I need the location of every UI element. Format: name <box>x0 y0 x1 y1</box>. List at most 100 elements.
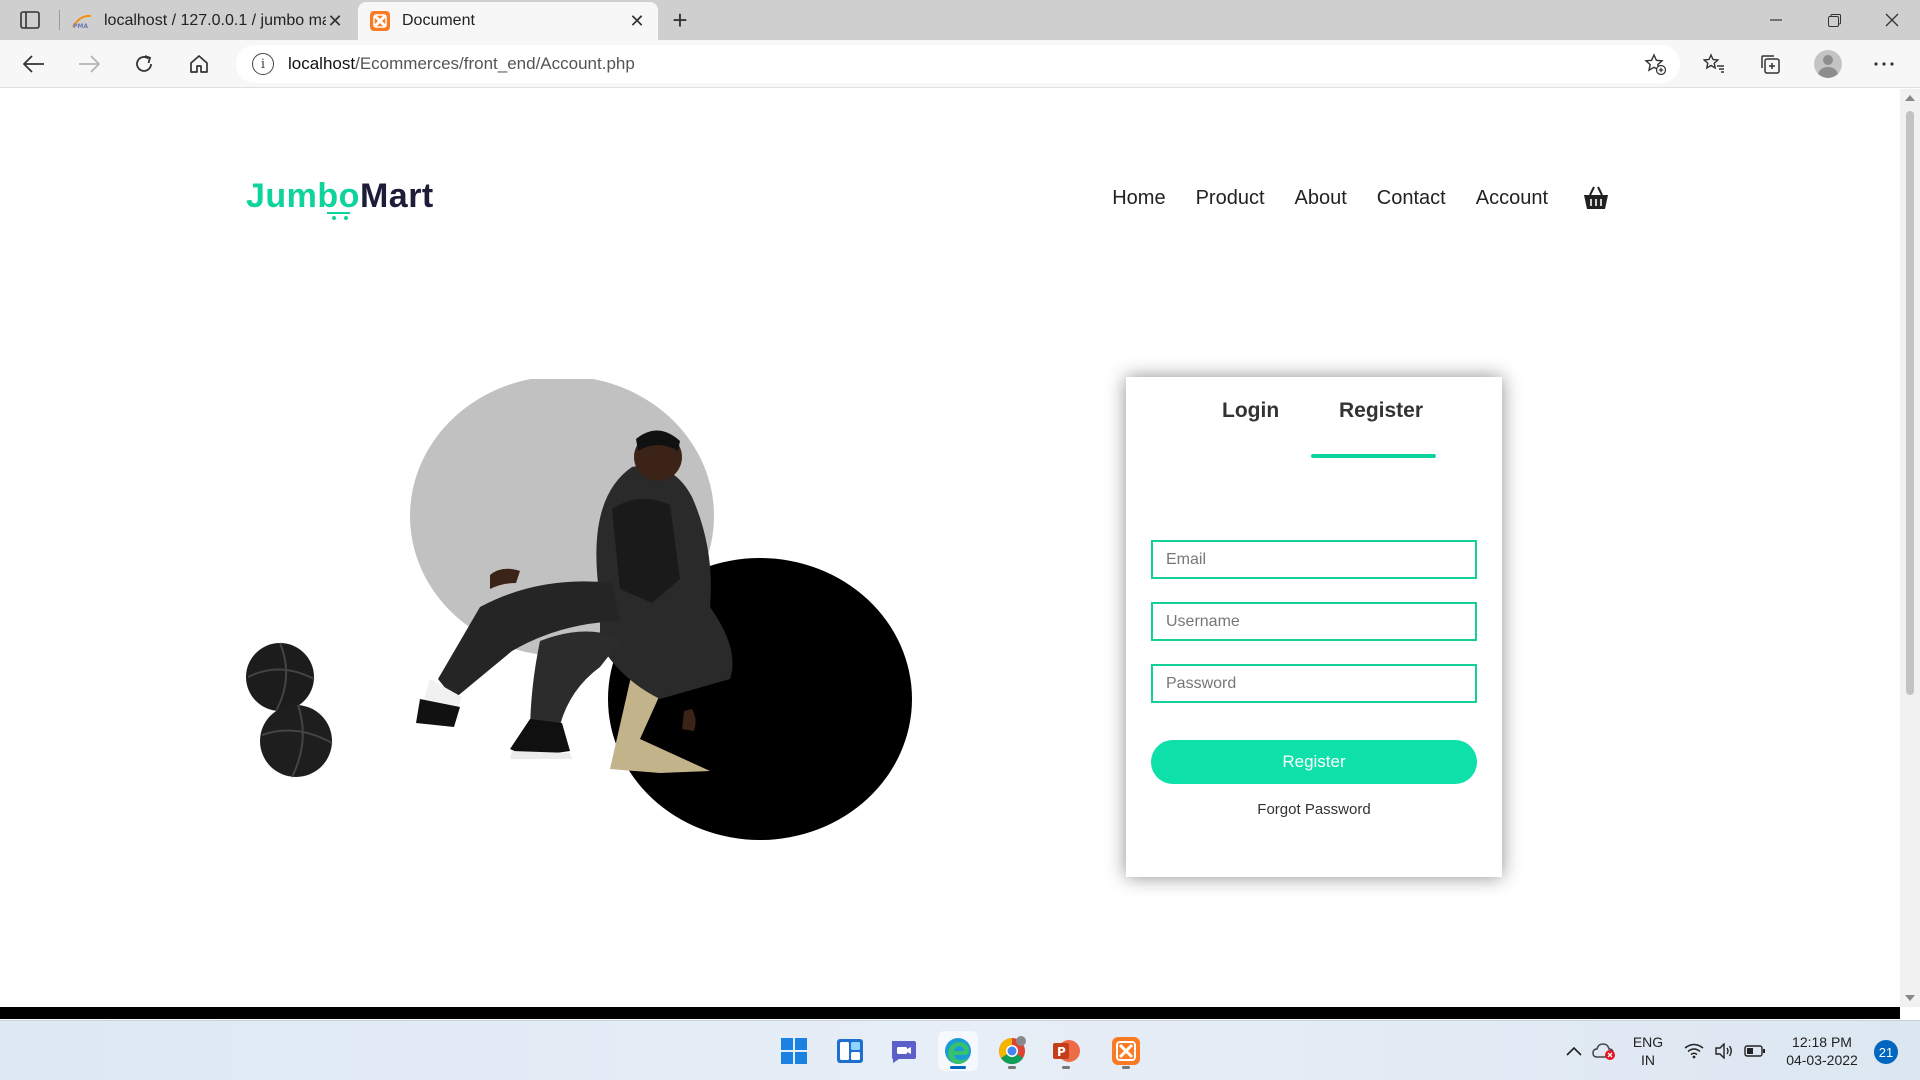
settings-more-button[interactable] <box>1868 48 1900 80</box>
favorites-icon <box>1703 53 1724 73</box>
scroll-up-icon[interactable] <box>1905 95 1915 101</box>
phpmyadmin-icon: PMA <box>72 11 92 31</box>
nav-link-product[interactable]: Product <box>1196 187 1265 210</box>
xampp-icon <box>1112 1037 1140 1065</box>
url-text[interactable]: localhost/Ecommerces/front_end/Account.p… <box>288 54 635 74</box>
reload-icon <box>136 55 152 72</box>
collections-button[interactable] <box>1754 48 1786 80</box>
logo-suffix: art <box>388 177 434 215</box>
email-field[interactable] <box>1151 540 1477 579</box>
more-options-icon <box>1874 62 1894 66</box>
page-footer-strip <box>0 1007 1900 1019</box>
teams-chat-button[interactable] <box>884 1031 924 1071</box>
svg-text:PMA: PMA <box>73 23 88 29</box>
widgets-icon <box>837 1039 863 1063</box>
auth-card: Login Register Register Forgot Password <box>1126 377 1502 877</box>
browser-toolbar: i localhost/Ecommerces/front_end/Account… <box>0 40 1920 88</box>
scroll-thumb[interactable] <box>1906 111 1914 695</box>
powerpoint-icon: P <box>1053 1040 1080 1062</box>
tab-title: localhost / 127.0.0.1 / jumbo ma <box>104 12 326 29</box>
register-button[interactable]: Register <box>1151 740 1477 784</box>
browser-tabstrip: PMA localhost / 127.0.0.1 / jumbo ma ✕ D… <box>0 0 1920 40</box>
restore-icon <box>1827 13 1841 27</box>
taskbar: P ENG IN 12:18 PM 04-03-2022 <box>0 1020 1920 1080</box>
add-favorite-icon[interactable] <box>1644 53 1666 75</box>
browser-tab-phpmyadmin[interactable]: PMA localhost / 127.0.0.1 / jumbo ma ✕ <box>60 2 356 40</box>
collections-icon <box>1761 55 1780 74</box>
volume-icon <box>1715 1043 1732 1059</box>
edge-taskbar-button[interactable] <box>938 1031 978 1071</box>
profile-avatar[interactable] <box>1814 50 1842 78</box>
language-indicator[interactable]: ENG IN <box>1632 1021 1664 1080</box>
forward-button[interactable] <box>73 48 105 80</box>
username-field[interactable] <box>1151 602 1477 641</box>
close-tab-icon[interactable]: ✕ <box>628 11 646 31</box>
logo-cart-icon <box>327 212 350 220</box>
xampp-taskbar-button[interactable] <box>1106 1031 1146 1071</box>
nav-link-home[interactable]: Home <box>1112 187 1165 210</box>
running-app-indicator <box>1008 1066 1016 1069</box>
back-arrow-icon <box>23 55 44 73</box>
wifi-icon <box>1684 1043 1704 1059</box>
back-button[interactable] <box>18 48 50 80</box>
teams-chat-icon <box>892 1041 916 1063</box>
reload-button[interactable] <box>128 48 160 80</box>
battery-icon <box>1744 1045 1765 1057</box>
close-icon <box>1885 13 1899 27</box>
nav-link-account[interactable]: Account <box>1476 187 1548 210</box>
logo-prefix: Jumbo <box>246 177 360 215</box>
forgot-password-link[interactable]: Forgot Password <box>1126 801 1502 818</box>
quick-settings-button[interactable] <box>1684 1021 1766 1080</box>
tab-register[interactable]: Register <box>1339 399 1423 423</box>
nav-link-about[interactable]: About <box>1295 187 1347 210</box>
onedrive-status[interactable] <box>1592 1021 1616 1080</box>
active-app-indicator <box>950 1066 966 1069</box>
start-icon <box>781 1038 807 1064</box>
close-window-button[interactable] <box>1864 0 1920 40</box>
restore-button[interactable] <box>1806 0 1862 40</box>
language-code: ENG <box>1632 1034 1664 1050</box>
tab-title: Document <box>402 12 475 29</box>
active-tab-indicator <box>1311 454 1436 458</box>
hero-image <box>246 379 912 840</box>
logo-letter: M <box>359 177 389 215</box>
favorites-button[interactable] <box>1698 48 1730 80</box>
forward-arrow-icon <box>79 55 100 73</box>
clock[interactable]: 12:18 PM 04-03-2022 <box>1780 1021 1864 1080</box>
minimize-icon <box>1770 19 1782 21</box>
basketball-figure <box>246 642 315 712</box>
new-tab-button[interactable]: + <box>664 4 696 36</box>
nav-link-contact[interactable]: Contact <box>1377 187 1446 210</box>
password-field[interactable] <box>1151 664 1477 703</box>
close-tab-icon[interactable]: ✕ <box>326 11 344 31</box>
scroll-down-icon[interactable] <box>1905 995 1915 1001</box>
page-scrollbar[interactable] <box>1900 89 1920 1007</box>
home-icon <box>190 55 208 73</box>
tab-actions-icon <box>20 11 40 29</box>
site-info-icon[interactable]: i <box>252 53 274 75</box>
tab-login[interactable]: Login <box>1222 399 1279 423</box>
browser-tab-document[interactable]: Document ✕ <box>358 2 658 40</box>
region-code: IN <box>1641 1052 1655 1068</box>
show-hidden-icons-button[interactable] <box>1566 1021 1582 1080</box>
running-app-indicator <box>1062 1066 1070 1069</box>
widgets-button[interactable] <box>830 1031 870 1071</box>
home-button[interactable] <box>183 48 215 80</box>
tab-actions-button[interactable] <box>12 6 48 34</box>
page-viewport: JumboMart Home Product About Contact Acc… <box>0 89 1900 1007</box>
address-bar[interactable]: i localhost/Ecommerces/front_end/Account… <box>236 45 1680 83</box>
clock-date: 04-03-2022 <box>1786 1052 1858 1068</box>
basketball-figure <box>260 704 333 778</box>
basket-icon[interactable] <box>1582 185 1610 211</box>
powerpoint-taskbar-button[interactable]: P <box>1046 1031 1086 1071</box>
xampp-icon <box>370 11 390 31</box>
chrome-taskbar-button[interactable] <box>992 1031 1032 1071</box>
cloud-error-icon <box>1592 1043 1615 1060</box>
site-navigation: Home Product About Contact Account <box>1112 185 1610 211</box>
minimize-button[interactable] <box>1748 0 1804 40</box>
chevron-up-icon <box>1566 1046 1582 1056</box>
running-app-indicator <box>1122 1066 1130 1069</box>
start-button[interactable] <box>774 1031 814 1071</box>
edge-icon <box>945 1038 971 1064</box>
notification-badge[interactable]: 21 <box>1874 1040 1898 1064</box>
